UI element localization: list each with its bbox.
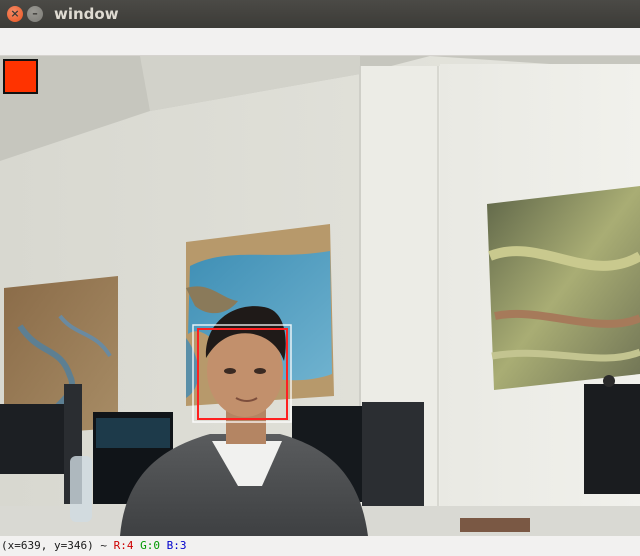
- minimize-icon: –: [32, 7, 38, 20]
- water-bottle: [70, 456, 92, 522]
- toolbar: [0, 28, 640, 56]
- status-indicator-square: [3, 59, 38, 94]
- circuit-board: [460, 518, 530, 532]
- monitor-right: [584, 384, 640, 494]
- webcam: [603, 375, 615, 387]
- title-bar: × – window: [0, 0, 640, 28]
- close-icon: ×: [10, 7, 20, 20]
- pixel-green-value: G:0: [140, 539, 160, 552]
- monitor-screen: [96, 418, 170, 448]
- status-bar: (x=639, y=346) ~ R:4 G:0 B:3: [0, 536, 640, 556]
- cursor-coordinates: (x=639, y=346) ~: [1, 539, 114, 552]
- close-button[interactable]: ×: [7, 6, 23, 22]
- pixel-blue-value: B:3: [166, 539, 187, 552]
- minimize-button[interactable]: –: [27, 6, 43, 22]
- camera-view[interactable]: [0, 56, 640, 536]
- painting-right: [487, 186, 640, 390]
- pixel-red-value: R:4: [113, 539, 134, 552]
- camera-frame: [0, 56, 640, 536]
- window-title: window: [54, 5, 119, 23]
